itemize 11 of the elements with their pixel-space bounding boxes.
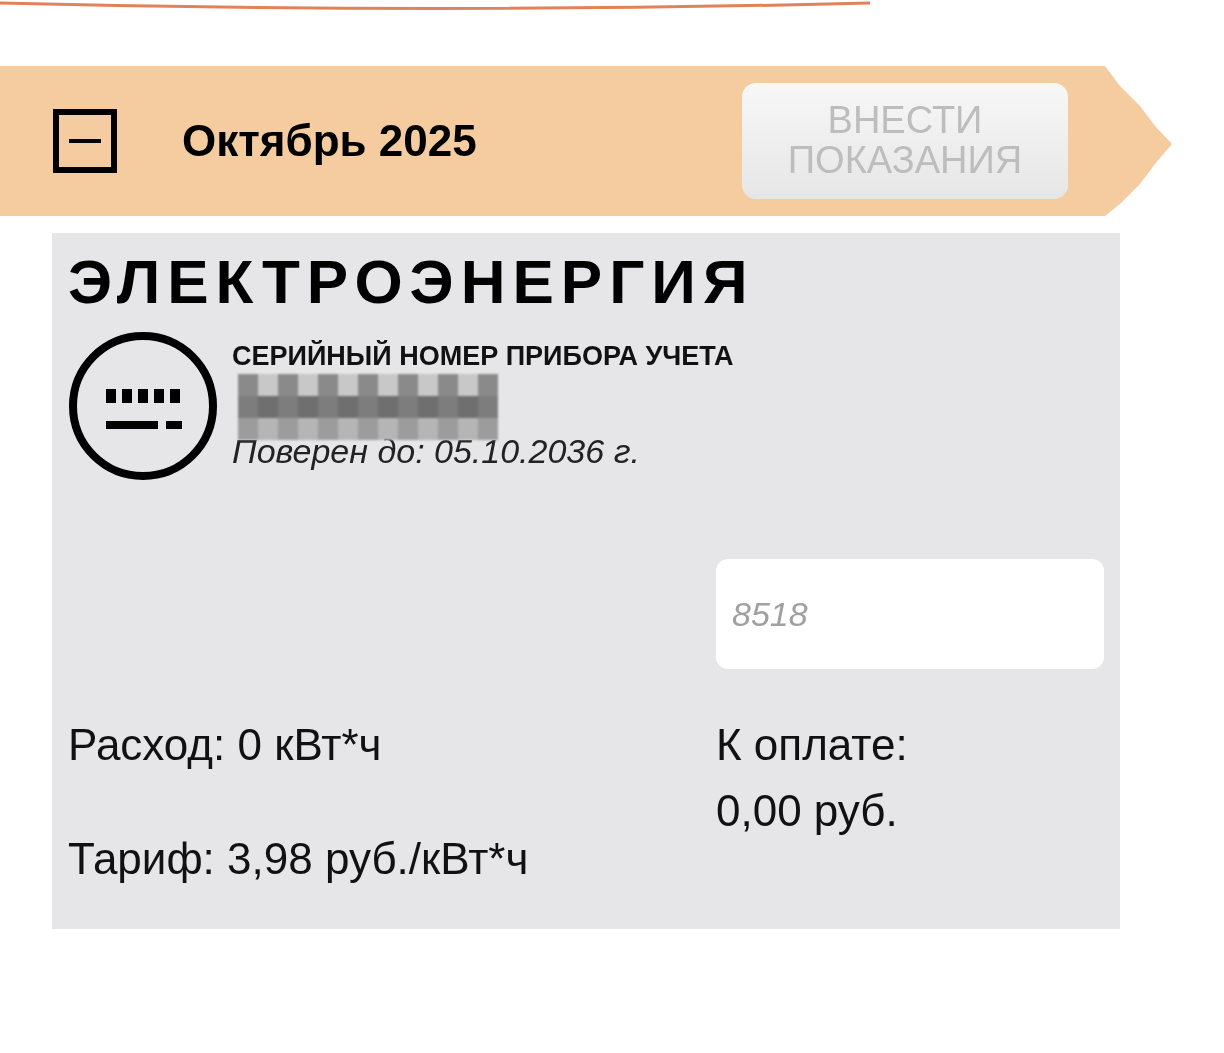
payment-due-label: К оплате: [716,719,908,771]
collapse-icon[interactable] [52,108,118,174]
consumption-text: Расход: 0 кВт*ч [68,719,383,771]
meter-title: ЭЛЕКТРОЭНЕРГИЯ [68,247,756,317]
month-title: Октябрь 2025 [182,116,478,166]
payment-due-amount: 0,00 руб. [716,785,899,837]
tariff-text: Тариф: 3,98 руб./кВт*ч [68,833,530,885]
serial-label: СЕРИЙНЫЙ НОМЕР ПРИБОРА УЧЕТА [232,341,734,372]
reading-input-field[interactable]: 8518 [716,559,1104,669]
meter-icon [68,331,218,481]
verification-date: Поверен до: 05.10.2036 г. [232,432,641,471]
